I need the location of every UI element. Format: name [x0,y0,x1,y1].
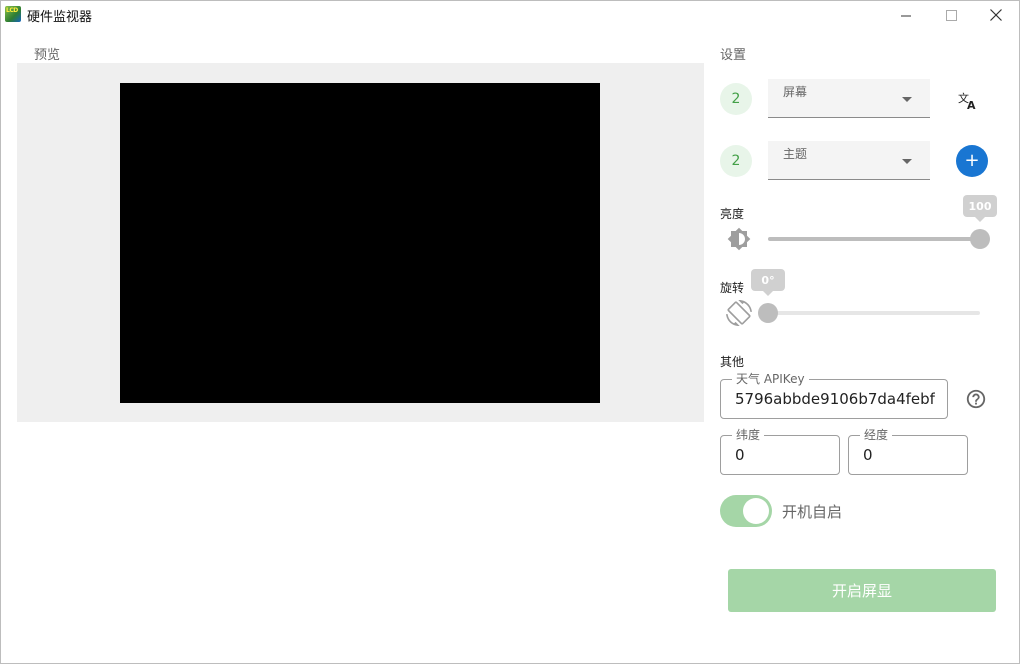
app-window: LCD 硬件监视器 预览 设置 2 屏幕 文 A 2 主题 + 亮度 100 旋… [0,0,1020,664]
chevron-down-icon [902,97,912,102]
latitude-legend: 纬度 [732,428,765,442]
preview-heading: 预览 [34,48,61,63]
maximize-button[interactable] [928,1,974,29]
brightness-slider-track[interactable] [768,237,980,241]
longitude-legend: 经度 [860,428,893,442]
weather-apikey-input[interactable] [735,388,935,410]
latitude-field[interactable]: 纬度 [720,428,840,475]
chevron-down-icon [902,159,912,164]
close-icon [990,9,1002,21]
start-display-button[interactable]: 开启屏显 [728,569,996,612]
weather-apikey-legend: 天气 APIKey [732,372,809,386]
screen-count-badge: 2 [720,83,752,115]
theme-select[interactable]: 主题 [768,141,930,180]
svg-text:A: A [967,99,976,111]
screen-select[interactable]: 屏幕 [768,79,930,118]
autostart-toggle[interactable] [720,495,772,527]
brightness-value-tooltip: 100 [963,195,997,222]
minimize-button[interactable] [883,1,929,29]
longitude-input[interactable] [863,444,953,466]
theme-count-badge: 2 [720,145,752,177]
window-title: 硬件监视器 [27,10,93,25]
screen-rotation-icon [726,300,752,326]
brightness-icon [727,227,751,251]
brightness-label: 亮度 [720,207,745,221]
preview-area [17,63,704,422]
brightness-slider-thumb[interactable] [970,229,990,249]
settings-heading: 设置 [720,48,747,63]
help-icon[interactable] [965,388,987,410]
minimize-icon [900,15,911,16]
add-theme-button[interactable]: + [956,145,988,177]
toggle-knob [743,498,769,524]
other-label: 其他 [720,355,745,369]
autostart-label: 开机自启 [782,503,843,521]
translate-icon[interactable]: 文 A [957,89,979,112]
theme-select-label: 主题 [783,147,808,161]
longitude-field[interactable]: 经度 [848,428,968,475]
rotation-slider-track[interactable] [768,311,980,315]
screen-select-label: 屏幕 [783,85,808,99]
rotation-slider-thumb[interactable] [758,303,778,323]
title-bar: LCD 硬件监视器 [1,1,1019,29]
app-logo-icon: LCD [5,6,21,22]
latitude-input[interactable] [735,444,825,466]
maximize-icon [945,9,957,21]
rotation-value-tooltip: 0° [751,269,785,296]
preview-screen [120,83,600,403]
rotation-label: 旋转 [720,281,745,295]
app-logo-text: LCD [6,7,18,14]
weather-apikey-field[interactable]: 天气 APIKey [720,372,948,419]
close-button[interactable] [973,1,1019,29]
